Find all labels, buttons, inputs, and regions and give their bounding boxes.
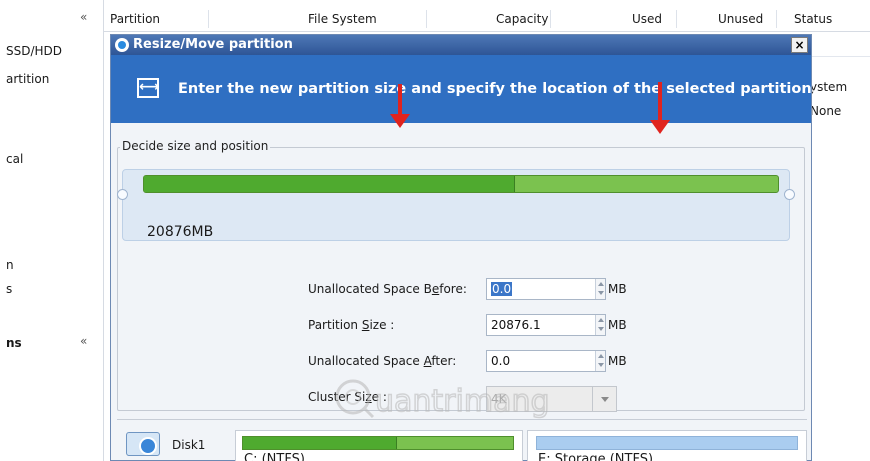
spin-icon[interactable] bbox=[595, 279, 605, 299]
table-cell: None bbox=[810, 104, 842, 118]
spin-icon[interactable] bbox=[595, 315, 605, 335]
resize-move-dialog: Resize/Move partition × ⟷ Enter the new … bbox=[110, 34, 817, 461]
spin-icon[interactable] bbox=[595, 351, 605, 371]
partition-c-label: C: (NTFS) bbox=[244, 452, 305, 461]
partition-slider-bar[interactable] bbox=[143, 175, 779, 193]
left-panel-item[interactable]: cal bbox=[6, 152, 23, 166]
column-separator bbox=[550, 10, 551, 28]
column-separator bbox=[426, 10, 427, 28]
unallocated-after-value: 0.0 bbox=[491, 354, 511, 368]
unit-label: MB bbox=[608, 354, 627, 368]
watermark-logo: uantrimang bbox=[325, 373, 625, 423]
watermark-text: uantrimang bbox=[375, 384, 550, 419]
left-panel-item[interactable]: SSD/HDD bbox=[6, 44, 62, 58]
unallocated-after-label: Unallocated Space After: bbox=[308, 354, 457, 368]
left-panel-item[interactable]: artition bbox=[6, 72, 49, 86]
red-arrow-icon bbox=[650, 82, 670, 134]
unallocated-after-input[interactable]: 0.0 bbox=[486, 350, 606, 372]
column-header-used[interactable]: Used bbox=[632, 12, 662, 26]
partition-e-block[interactable]: E: Storage (NTFS) bbox=[527, 430, 807, 461]
partition-size-label: Partition Size : bbox=[308, 318, 395, 332]
app-icon bbox=[115, 38, 129, 52]
partition-e-label: E: Storage (NTFS) bbox=[538, 452, 654, 461]
column-separator bbox=[776, 10, 777, 28]
partition-size-text: 20876MB bbox=[147, 224, 214, 240]
unit-label: MB bbox=[608, 282, 627, 296]
banner-text: Enter the new partition size and specify… bbox=[178, 81, 818, 97]
unallocated-before-value: 0.0 bbox=[491, 282, 513, 296]
right-resize-handle[interactable] bbox=[784, 189, 795, 200]
size-position-group: Decide size and position 20876MB Unalloc… bbox=[117, 139, 805, 412]
partition-size-value: 20876.1 bbox=[491, 318, 541, 332]
unit-label: MB bbox=[608, 318, 627, 332]
partition-table-header: Partition File System Capacity Used Unus… bbox=[104, 8, 870, 32]
unallocated-before-input[interactable]: 0.0 bbox=[486, 278, 606, 300]
partition-c-block[interactable]: C: (NTFS) bbox=[235, 430, 523, 461]
left-resize-handle[interactable] bbox=[117, 189, 128, 200]
partition-e-usage-bar bbox=[536, 436, 798, 450]
dialog-title-bar[interactable]: Resize/Move partition × bbox=[111, 35, 811, 55]
field-row-before: Unallocated Space Before: 0.0 MB bbox=[118, 278, 804, 302]
disk-map: Disk1 C: (NTFS) E: Storage (NTFS) bbox=[117, 419, 807, 461]
instruction-banner: ⟷ Enter the new partition size and speci… bbox=[111, 55, 817, 123]
field-row-size: Partition Size : 20876.1 MB bbox=[118, 314, 804, 338]
disk-label: Disk1 bbox=[172, 438, 206, 452]
column-header-capacity[interactable]: Capacity bbox=[496, 12, 548, 26]
left-panel-section-label: ns bbox=[6, 336, 22, 350]
chevron-up-icon[interactable]: « bbox=[80, 334, 87, 348]
chevron-up-icon[interactable]: « bbox=[80, 10, 87, 24]
left-panel: « SSD/HDD artition cal n s ns « bbox=[0, 0, 104, 461]
unallocated-before-label: Unallocated Space Before: bbox=[308, 282, 467, 296]
left-panel-item[interactable]: s bbox=[6, 282, 12, 296]
column-separator bbox=[208, 10, 209, 28]
column-header-file-system[interactable]: File System bbox=[308, 12, 377, 26]
partition-c-usage-bar bbox=[242, 436, 514, 450]
partition-table-right-cells: ystem None bbox=[810, 36, 870, 461]
column-separator bbox=[676, 10, 677, 28]
left-panel-item[interactable]: n bbox=[6, 258, 14, 272]
resize-icon: ⟷ bbox=[137, 78, 159, 98]
partition-size-input[interactable]: 20876.1 bbox=[486, 314, 606, 336]
group-label: Decide size and position bbox=[120, 139, 271, 153]
close-button[interactable]: × bbox=[791, 37, 808, 53]
row-divider bbox=[810, 56, 870, 57]
partition-c-used-fill bbox=[243, 437, 397, 449]
disk-icon bbox=[126, 432, 160, 456]
used-space-fill bbox=[144, 176, 515, 192]
dialog-title: Resize/Move partition bbox=[133, 37, 293, 52]
red-arrow-icon bbox=[390, 84, 410, 128]
partition-slider-area: 20876MB bbox=[117, 169, 795, 241]
column-header-status[interactable]: Status bbox=[794, 12, 832, 26]
column-header-partition[interactable]: Partition bbox=[110, 12, 160, 26]
field-row-after: Unallocated Space After: 0.0 MB bbox=[118, 350, 804, 374]
column-header-unused[interactable]: Unused bbox=[718, 12, 763, 26]
